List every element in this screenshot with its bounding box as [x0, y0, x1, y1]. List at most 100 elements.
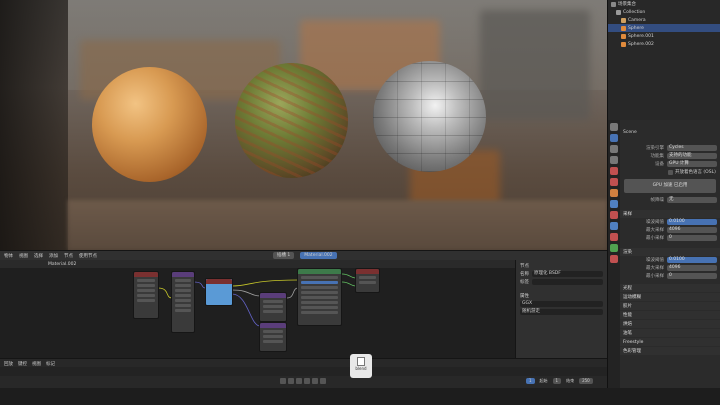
feature-set-value[interactable]: 支持的功能 — [667, 153, 717, 159]
sidebar-section-header[interactable]: 属性 — [516, 292, 607, 300]
prop-value[interactable]: 0 — [667, 273, 717, 279]
prop-row[interactable]: 最小采样 0 — [620, 234, 720, 242]
timeline-ruler[interactable] — [0, 367, 607, 376]
menu-playback[interactable]: 回放 — [4, 361, 13, 367]
outliner-item[interactable]: Sphere.001 — [608, 32, 720, 40]
outliner-item[interactable]: Camera — [608, 16, 720, 24]
menu-view[interactable]: 视图 — [19, 253, 28, 259]
section-header[interactable]: 渲染 — [620, 248, 720, 256]
prop-row[interactable]: 噪波阈值 0.0100 — [620, 218, 720, 226]
jump-start-icon[interactable] — [280, 378, 286, 384]
sidebar-section-header[interactable]: 节点 — [516, 262, 607, 270]
prop-row[interactable]: 噪波阈值 0.0100 — [620, 256, 720, 264]
material-tab-icon[interactable] — [610, 255, 618, 263]
prop-value[interactable]: 0.0100 — [667, 257, 717, 263]
color-ramp-node[interactable] — [259, 292, 287, 322]
menu-object[interactable]: 物体 — [4, 253, 13, 259]
device-row[interactable]: 设备 GPU 计算 — [620, 160, 720, 168]
denoise-row[interactable]: 帧降噪无 — [620, 196, 720, 204]
gpu-button[interactable]: GPU 加速 已启用 — [624, 179, 716, 193]
physics-tab-icon[interactable] — [610, 222, 618, 230]
moss-sphere[interactable] — [235, 63, 348, 178]
object-tab-icon[interactable] — [610, 189, 618, 197]
current-frame-field[interactable]: 1 — [526, 378, 535, 384]
render-tab-icon[interactable] — [610, 134, 618, 142]
menu-keying[interactable]: 键控 — [18, 361, 27, 367]
collapsed-section[interactable]: 光程 — [620, 284, 720, 292]
outliner-item[interactable]: Sphere.002 — [608, 40, 720, 48]
osl-checkbox[interactable] — [668, 169, 673, 175]
data-tab-icon[interactable] — [610, 244, 618, 252]
principled-bsdf-node[interactable] — [297, 268, 342, 326]
collapsed-section[interactable]: Freestyle — [620, 338, 720, 346]
prop-value[interactable]: 4096 — [667, 227, 717, 233]
subsurface-row[interactable]: 随机游走 — [516, 308, 607, 316]
wood-sphere[interactable] — [92, 67, 207, 182]
next-key-icon[interactable] — [312, 378, 318, 384]
node-label-field[interactable] — [532, 279, 603, 285]
outliner-item[interactable]: 场景集合 — [608, 0, 720, 8]
menu-select[interactable]: 选择 — [34, 253, 43, 259]
material-output-node[interactable] — [355, 268, 380, 293]
collapsed-section[interactable]: 胶片 — [620, 302, 720, 310]
distribution-row[interactable]: GGX — [516, 300, 607, 308]
menu-node[interactable]: 节点 — [64, 253, 73, 259]
3d-viewport[interactable] — [0, 0, 607, 250]
frame-start-field[interactable]: 1 — [552, 378, 562, 384]
output-tab-icon[interactable] — [610, 145, 618, 153]
prop-value[interactable]: 0.0100 — [667, 219, 717, 225]
collapsed-section[interactable]: 色彩管理 — [620, 347, 720, 355]
play-icon[interactable] — [304, 378, 310, 384]
view-layer-tab-icon[interactable] — [610, 156, 618, 164]
collapsed-section[interactable]: 烘焙 — [620, 320, 720, 328]
world-tab-icon[interactable] — [610, 178, 618, 186]
scene-tab-icon[interactable] — [610, 167, 618, 175]
node-name-field[interactable]: 原理化 BSDF — [532, 271, 603, 277]
node-canvas[interactable] — [0, 268, 515, 358]
normal-map-node[interactable] — [259, 322, 287, 352]
material-selector[interactable]: Material.002 — [300, 252, 337, 259]
sidebar-tab-node[interactable]: 节点 — [520, 263, 529, 269]
collapsed-section[interactable]: 性能 — [620, 311, 720, 319]
tool-tab-icon[interactable] — [610, 123, 618, 131]
node-name-row[interactable]: 名称 原理化 BSDF — [516, 270, 607, 278]
render-engine-row[interactable]: 渲染引擎 Cycles — [620, 144, 720, 152]
particles-tab-icon[interactable] — [610, 211, 618, 219]
modifier-tab-icon[interactable] — [610, 200, 618, 208]
metal-sphere[interactable] — [373, 61, 486, 172]
outliner-item[interactable]: Collection — [608, 8, 720, 16]
outliner-item[interactable]: Sphere — [608, 24, 720, 32]
menu-add[interactable]: 添加 — [49, 253, 58, 259]
render-engine-value[interactable]: Cycles — [667, 145, 717, 151]
mapping-node[interactable] — [171, 271, 195, 333]
collapsed-section[interactable]: 运动模糊 — [620, 293, 720, 301]
denoise-value[interactable]: 无 — [667, 197, 717, 203]
slot-selector[interactable]: 插槽 1 — [273, 252, 295, 259]
prev-key-icon[interactable] — [288, 378, 294, 384]
device-value[interactable]: GPU 计算 — [667, 161, 717, 167]
jump-end-icon[interactable] — [320, 378, 326, 384]
prop-row[interactable]: 最大采样 4096 — [620, 226, 720, 234]
osl-row[interactable]: 开放着色语言 (OSL) — [620, 168, 720, 176]
node-label-row[interactable]: 标签 — [516, 278, 607, 286]
prop-value[interactable]: 0 — [667, 235, 717, 241]
prop-value[interactable]: 4096 — [667, 265, 717, 271]
play-reverse-icon[interactable] — [296, 378, 302, 384]
image-texture-node[interactable] — [205, 278, 233, 306]
menu-marker[interactable]: 标记 — [46, 361, 55, 367]
subsurface-dropdown[interactable]: 随机游走 — [520, 309, 603, 315]
scene-name-row: Scene — [620, 128, 720, 136]
section-header[interactable]: 采样 — [620, 210, 720, 218]
texture-coordinate-node[interactable] — [133, 271, 159, 319]
distribution-dropdown[interactable]: GGX — [520, 301, 603, 307]
prop-row[interactable]: 最大采样 4096 — [620, 264, 720, 272]
constraints-tab-icon[interactable] — [610, 233, 618, 241]
use-nodes-toggle[interactable]: 使用节点 — [79, 253, 97, 259]
menu-view[interactable]: 视图 — [32, 361, 41, 367]
feature-set-row[interactable]: 功能集 支持的功能 — [620, 152, 720, 160]
collapsed-section[interactable]: 油笔 — [620, 329, 720, 337]
node-socket-row — [175, 299, 191, 302]
prop-row[interactable]: 最小采样 0 — [620, 272, 720, 280]
frame-end-field[interactable]: 250 — [579, 378, 593, 384]
playback-controls — [280, 378, 326, 384]
